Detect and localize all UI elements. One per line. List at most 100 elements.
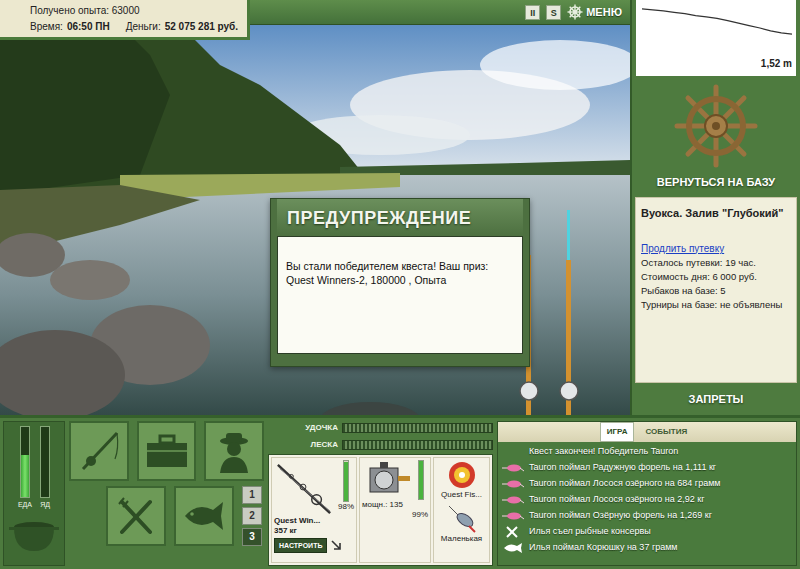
base-facts: Осталось путевки: 19 час.Стоимость дня: … <box>641 256 791 311</box>
base-fact: Рыбаков на базе: 5 <box>641 284 791 298</box>
need-track <box>20 426 30 498</box>
action-tiles: 1 2 3 <box>69 421 264 566</box>
experience-text: Получено опыта: 63000 <box>30 3 239 19</box>
tension-track <box>342 440 493 450</box>
rod-condition-fill <box>344 462 348 501</box>
event-row: Квест закончен! Победитель Tauron <box>502 444 792 460</box>
bottom-panel: ЕДА ЯД <box>0 415 800 569</box>
rods-button[interactable] <box>69 421 129 481</box>
event-row: Илья поймал Корюшку на 37 грамм <box>502 540 792 556</box>
event-row: Tauron поймал Лосося озёрного на 2,92 кг <box>502 492 792 508</box>
menu-button[interactable]: МЕНЮ <box>567 4 622 21</box>
event-row: Илья съел рыбные консервы <box>502 524 792 540</box>
fork-knife-icon <box>502 526 524 538</box>
tension-track <box>342 423 493 433</box>
events-list: Квест закончен! Победитель Tauron Tauron … <box>498 442 796 558</box>
pause-button[interactable]: II <box>525 5 540 20</box>
fish-button[interactable] <box>174 486 234 546</box>
quest-dialog: ПРЕДУПРЕЖДЕНИЕ Вы стали победителем квес… <box>270 198 530 367</box>
lure-icon <box>445 504 479 534</box>
lure-icon <box>502 494 524 506</box>
event-row: Tauron поймал Радужную форель на 1,111 к… <box>502 460 792 476</box>
depth-reading: 1,52 m <box>640 56 792 71</box>
event-row: Tauron поймал Озёрную форель на 1,269 кг <box>502 508 792 524</box>
page-switcher: 1 2 3 <box>242 486 264 546</box>
money-value: 52 075 281 руб. <box>165 19 238 35</box>
need-meter: ЯД <box>40 426 50 511</box>
rod-condition: 98% <box>338 502 354 512</box>
depth-chart: 1,52 m <box>632 0 800 80</box>
rod-weight: 357 кг <box>274 526 354 536</box>
location-title: Вуокса. Залив "Глубокий" <box>641 206 791 220</box>
event-text: Илья поймал Корюшку на 37 грамм <box>529 541 678 555</box>
event-text: Tauron поймал Озёрную форель на 1,269 кг <box>529 509 712 523</box>
ship-wheel-icon <box>674 84 758 168</box>
lure-icon <box>502 462 524 474</box>
tackle-box-icon <box>144 431 190 471</box>
need-label: ЕДА <box>18 500 32 511</box>
rod-icon <box>77 429 121 473</box>
base-panel: 1,52 m ВЕРНУТЬСЯ НА БАЗУ Вуокса. Залив "… <box>630 0 800 415</box>
wheel-icon <box>567 4 583 20</box>
menu-label: МЕНЮ <box>586 4 622 21</box>
tackle-box-button[interactable] <box>137 421 197 481</box>
page-button[interactable]: 3 <box>242 528 262 546</box>
event-text: Tauron поймал Лосося озёрного на 684 гра… <box>529 477 721 491</box>
tension-label: ЛЕСКА <box>268 439 338 451</box>
fork-knife-icon <box>114 494 158 538</box>
rod-name: Quest Win... <box>274 516 354 526</box>
events-tab[interactable]: СОБЫТИЯ <box>638 422 694 442</box>
fisherman-button[interactable] <box>204 421 264 481</box>
pot-icon[interactable] <box>9 519 59 553</box>
food-button[interactable] <box>106 486 166 546</box>
events-panel: ИГРАСОБЫТИЯ Квест закончен! Победитель T… <box>497 421 797 566</box>
reel-condition-fill <box>419 461 423 499</box>
reel-icon <box>362 460 414 500</box>
rod-slot[interactable]: 98% Quest Win... 357 кг НАСТРОИТЬ <box>271 457 357 563</box>
setup-button[interactable]: НАСТРОИТЬ <box>274 538 327 553</box>
tension-meter: ЛЕСКА <box>268 438 493 451</box>
rod-icon <box>560 210 578 415</box>
event-text: Tauron поймал Радужную форель на 1,111 к… <box>529 461 716 475</box>
events-tab[interactable]: ИГРА <box>600 422 635 442</box>
tackle-slots: 98% Quest Win... 357 кг НАСТРОИТЬ <box>268 454 493 566</box>
base-fact: Стоимость дня: 6 000 руб. <box>641 270 791 284</box>
tension-label: УДОЧКА <box>268 422 338 434</box>
page-button[interactable]: 2 <box>242 507 262 525</box>
sound-button[interactable]: S <box>546 5 561 20</box>
play-area: Получено опыта: 63000 Время:06:50 ПН Ден… <box>0 0 630 415</box>
event-text: Илья съел рыбные консервы <box>529 525 651 539</box>
line-spool-icon <box>447 460 477 490</box>
top-bar: Получено опыта: 63000 Время:06:50 ПН Ден… <box>0 0 630 25</box>
time-label: Время: <box>30 19 63 35</box>
event-text: Квест закончен! Победитель Tauron <box>529 445 678 459</box>
bans-button[interactable]: ЗАПРЕТЫ <box>632 383 800 415</box>
reel-condition-track <box>418 460 424 500</box>
arrow-icon <box>331 540 341 550</box>
time-value: 06:50 ПН <box>67 19 110 35</box>
page-button[interactable]: 1 <box>242 486 262 504</box>
reel-condition: 99% <box>362 510 428 520</box>
lure-icon <box>502 478 524 490</box>
fish-icon <box>181 496 227 536</box>
lake-scene: ПРЕДУПРЕЖДЕНИЕ Вы стали победителем квес… <box>0 25 630 415</box>
base-fact: Осталось путевки: 19 час. <box>641 256 791 270</box>
event-row: Tauron поймал Лосося озёрного на 684 гра… <box>502 476 792 492</box>
extend-link[interactable]: Продлить путевку <box>641 242 791 257</box>
tension-meter: УДОЧКА <box>268 421 493 434</box>
lure-name: Маленькая <box>441 534 482 544</box>
rod-icon <box>274 460 334 516</box>
base-fact: Турниры на базе: не объявлены <box>641 298 791 312</box>
line-slot[interactable]: Quest Fis... Маленькая <box>433 457 490 563</box>
return-button[interactable]: ВЕРНУТЬСЯ НА БАЗУ <box>632 172 800 197</box>
return-wheel[interactable] <box>632 80 800 172</box>
reel-slot[interactable]: мощн.: 135 99% <box>359 457 431 563</box>
event-text: Tauron поймал Лосося озёрного на 2,92 кг <box>529 493 705 507</box>
game-window: Получено опыта: 63000 Время:06:50 ПН Ден… <box>0 0 800 569</box>
money-label: Деньги: <box>126 19 161 35</box>
need-label: ЯД <box>40 500 50 511</box>
events-tabs: ИГРАСОБЫТИЯ <box>498 422 796 442</box>
status-panel: Получено опыта: 63000 Время:06:50 ПН Ден… <box>0 0 250 40</box>
need-track <box>40 426 50 498</box>
